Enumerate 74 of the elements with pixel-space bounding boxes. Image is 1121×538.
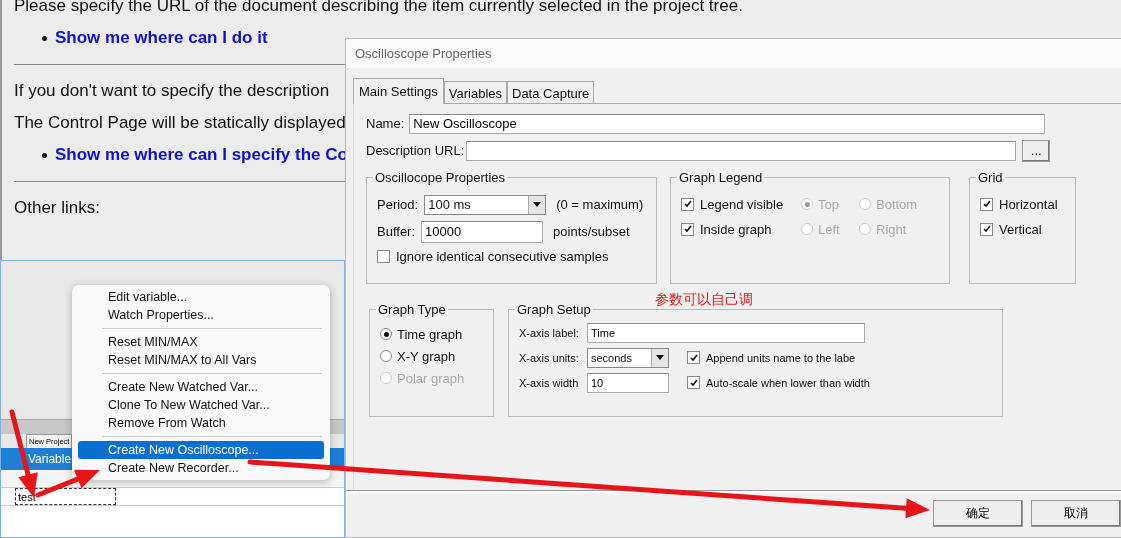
url-field[interactable] xyxy=(466,140,1017,161)
field-label: X-axis label: xyxy=(519,327,579,340)
group-title: Graph Type xyxy=(377,301,447,317)
checkbox[interactable] xyxy=(377,249,390,263)
checkbox-label: Append units name to the labe xyxy=(706,351,856,364)
checkbox-label: Ignore identical consecutive samples xyxy=(396,248,609,264)
checkbox-label: Inside graph xyxy=(700,221,772,237)
menu-item[interactable]: Remove From Watch xyxy=(78,414,324,432)
group-title: Grid xyxy=(977,169,1004,185)
annotation-text: 参数可以自己调 xyxy=(655,291,753,309)
field-label: X-axis width xyxy=(519,377,579,390)
name-field[interactable]: New Oscilloscope xyxy=(409,113,1046,134)
checkbox[interactable] xyxy=(980,197,993,211)
help-text: Other links: xyxy=(14,198,100,218)
checkbox[interactable] xyxy=(980,222,993,236)
radio-label: X-Y graph xyxy=(397,348,456,364)
group-title: Oscillocope Properties xyxy=(374,169,507,185)
radio-label: Time graph xyxy=(397,326,463,342)
radio-button[interactable] xyxy=(380,328,392,341)
axis-label-field[interactable]: Time xyxy=(587,322,865,343)
tab[interactable]: Main Settings xyxy=(353,77,444,104)
check-icon xyxy=(982,225,991,234)
menu-item[interactable]: Clone To New Watched Var... xyxy=(78,396,324,414)
radio-label: Right xyxy=(876,221,907,237)
caret-icon xyxy=(533,202,542,208)
checkbox-label: Auto-scale when lower than width xyxy=(706,376,870,389)
group-title: Graph Legend xyxy=(678,169,764,185)
checkbox[interactable] xyxy=(687,376,700,390)
dropdown[interactable]: 100 ms xyxy=(424,194,547,215)
menu-item[interactable]: Edit variable... xyxy=(78,288,324,306)
field-label: X-axis units: xyxy=(519,352,579,365)
bullet-icon xyxy=(42,35,47,41)
check-icon xyxy=(683,200,692,209)
buffer-field[interactable]: 10000 xyxy=(421,220,544,243)
tab[interactable]: Variables xyxy=(443,80,507,104)
checkbox-label: Legend visible xyxy=(700,196,784,212)
browse-button[interactable]: ... xyxy=(1022,139,1051,162)
checkbox[interactable] xyxy=(681,197,694,211)
checkbox-label: Horizontal xyxy=(999,196,1058,212)
field-label: Period: xyxy=(377,197,419,213)
bullet-icon xyxy=(42,152,47,158)
menu-item[interactable]: Reset MIN/MAX to All Vars xyxy=(78,351,324,369)
check-icon xyxy=(689,378,698,387)
hint-text: points/subset xyxy=(553,224,630,240)
checkbox-label: Vertical xyxy=(999,221,1042,237)
field-label: Name: xyxy=(366,116,405,132)
check-icon xyxy=(683,225,692,234)
menu-item[interactable]: Create New Watched Var... xyxy=(78,378,324,396)
field-label: Buffer: xyxy=(377,224,416,240)
checkbox[interactable] xyxy=(687,351,700,365)
dropdown[interactable]: seconds xyxy=(587,347,669,368)
hint-text: (0 = maximum) xyxy=(556,197,644,213)
radio-label: Left xyxy=(818,221,840,237)
menu-item[interactable]: Create New Oscilloscope... xyxy=(78,441,324,459)
radio-label: Polar graph xyxy=(397,370,465,386)
group-title: Graph Setup xyxy=(516,301,592,317)
window-title: Oscilloscope Properties xyxy=(355,45,492,61)
menu-item[interactable]: Reset MIN/MAX xyxy=(78,333,324,351)
dialog-button[interactable]: 确定 xyxy=(933,500,1023,527)
axis-width-field[interactable]: 10 xyxy=(587,372,669,393)
check-icon xyxy=(982,200,991,209)
radio-label: Top xyxy=(818,196,839,212)
dialog-button[interactable]: 取消 xyxy=(1031,500,1121,527)
radio-button[interactable] xyxy=(380,350,392,363)
help-link[interactable]: Show me where can I do it xyxy=(55,28,268,48)
checkbox[interactable] xyxy=(681,222,694,236)
help-text: If you don't want to specify the description xyxy=(14,81,330,101)
caret-icon xyxy=(656,355,664,361)
radio-label: Bottom xyxy=(876,196,918,212)
menu-item[interactable]: Watch Properties... xyxy=(78,306,324,324)
field-label: Description URL: xyxy=(366,143,465,159)
tab[interactable]: Data Capture xyxy=(507,80,595,104)
check-icon xyxy=(689,353,698,362)
help-text: The Control Page will be statically displayed xyxy=(14,113,346,133)
